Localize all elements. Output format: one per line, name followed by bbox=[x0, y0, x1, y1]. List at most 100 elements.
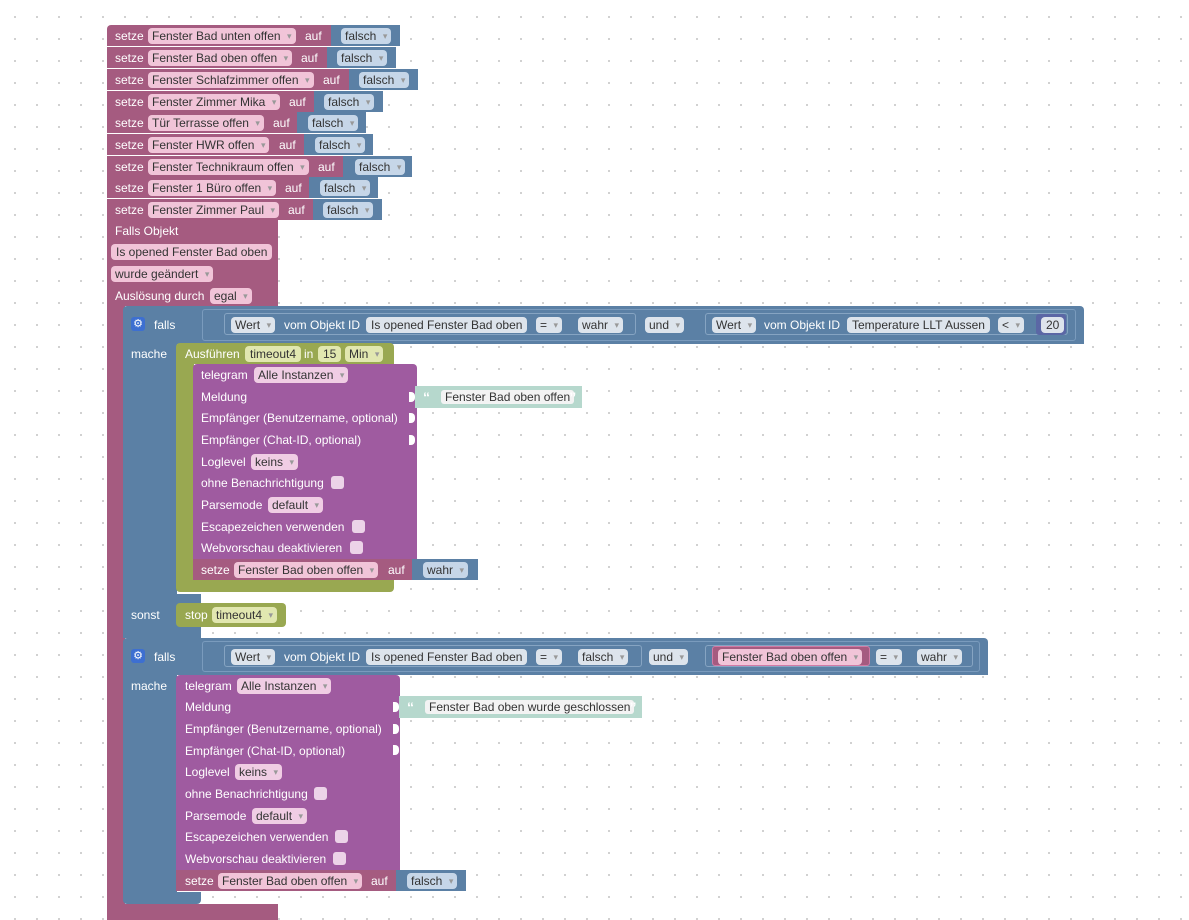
timeout-unit-dropdown[interactable]: Min bbox=[345, 346, 384, 362]
and-dropdown[interactable]: und bbox=[645, 317, 685, 333]
variable-dropdown[interactable]: Fenster 1 Büro offen bbox=[148, 180, 277, 196]
empfaenger-username-label: Empfänger (Benutzername, optional) bbox=[185, 722, 382, 736]
bool-dropdown[interactable]: falsch bbox=[407, 873, 458, 889]
instances-dropdown[interactable]: Alle Instanzen bbox=[237, 678, 332, 694]
escapezeichen-checkbox[interactable] bbox=[335, 830, 348, 843]
gear-icon[interactable]: ⚙ bbox=[131, 317, 145, 331]
timeout-name-field[interactable]: timeout4 bbox=[245, 346, 302, 362]
bool-dropdown[interactable]: falsch bbox=[341, 28, 392, 44]
parsemode-dropdown[interactable]: default bbox=[268, 497, 324, 513]
instances-dropdown[interactable]: Alle Instanzen bbox=[254, 367, 349, 383]
timeout-amount-field[interactable]: 15 bbox=[318, 346, 342, 362]
operator-dropdown[interactable]: < bbox=[998, 317, 1025, 333]
mache-label: mache bbox=[131, 679, 168, 693]
quote-open-icon: “ bbox=[423, 389, 430, 405]
parsemode-label: Parsemode bbox=[185, 809, 247, 823]
auf-label: auf bbox=[289, 95, 306, 109]
variable-dropdown[interactable]: Fenster Zimmer Mika bbox=[148, 94, 281, 110]
loglevel-label: Loglevel bbox=[201, 455, 246, 469]
value-dropdown[interactable]: wahr bbox=[917, 649, 963, 665]
bool-dropdown[interactable]: falsch bbox=[359, 72, 410, 88]
webvorschau-checkbox[interactable] bbox=[333, 852, 346, 865]
stop-timeout-dropdown[interactable]: timeout4 bbox=[212, 607, 278, 623]
ausloesung-label: Auslösung durch bbox=[115, 289, 205, 303]
auf-label: auf bbox=[285, 181, 302, 195]
setze-label: setze bbox=[115, 160, 144, 174]
variable-dropdown[interactable]: Fenster Bad oben offen bbox=[718, 649, 863, 665]
object-id-field[interactable]: Temperature LLT Aussen bbox=[847, 317, 990, 333]
auf-label: auf bbox=[273, 116, 290, 130]
escapezeichen-label: Escapezeichen verwenden bbox=[201, 520, 345, 534]
trigger-title: Falls Objekt bbox=[115, 224, 179, 238]
variable-dropdown[interactable]: Tür Terrasse offen bbox=[148, 115, 264, 131]
mache-label: mache bbox=[131, 347, 168, 361]
message-text[interactable]: Fenster Bad oben offen bbox=[441, 390, 575, 404]
bool-dropdown[interactable]: wahr bbox=[423, 562, 469, 578]
variable-dropdown[interactable]: Fenster Schlafzimmer offen bbox=[148, 72, 314, 88]
message-text-block[interactable]: “ Fenster Bad oben offen ” bbox=[415, 386, 583, 408]
bool-dropdown[interactable]: falsch bbox=[315, 137, 366, 153]
operator-dropdown[interactable]: = bbox=[876, 649, 903, 665]
telegram-label: telegram bbox=[185, 679, 232, 693]
input-notch bbox=[409, 413, 415, 423]
empfaenger-chatid-label: Empfänger (Chat-ID, optional) bbox=[185, 744, 346, 758]
wert-dropdown[interactable]: Wert bbox=[231, 649, 276, 665]
meldung-label: Meldung bbox=[201, 390, 248, 404]
setze-label: setze bbox=[115, 51, 144, 65]
number-field[interactable]: 20 bbox=[1041, 317, 1065, 333]
loglevel-label: Loglevel bbox=[185, 765, 230, 779]
variable-dropdown[interactable]: Fenster Bad unten offen bbox=[148, 28, 296, 44]
and-dropdown[interactable]: und bbox=[649, 649, 689, 665]
telegram-label: telegram bbox=[201, 368, 248, 382]
bool-dropdown[interactable]: falsch bbox=[320, 180, 371, 196]
escapezeichen-checkbox[interactable] bbox=[352, 520, 365, 533]
value-dropdown[interactable]: falsch bbox=[578, 649, 629, 665]
bool-dropdown[interactable]: falsch bbox=[324, 94, 375, 110]
loglevel-dropdown[interactable]: keins bbox=[251, 454, 299, 470]
variable-dropdown[interactable]: Fenster Bad oben offen bbox=[218, 873, 363, 889]
variable-dropdown[interactable]: Fenster HWR offen bbox=[148, 137, 270, 153]
vom-objekt-label: vom Objekt ID bbox=[284, 650, 361, 664]
vom-objekt-label: vom Objekt ID bbox=[764, 318, 841, 332]
variable-dropdown[interactable]: Fenster Bad oben offen bbox=[234, 562, 379, 578]
vom-objekt-label: vom Objekt ID bbox=[284, 318, 361, 332]
wert-dropdown[interactable]: Wert bbox=[712, 317, 757, 333]
trigger-object-field[interactable]: Is opened Fenster Bad oben bbox=[111, 244, 273, 260]
wert-dropdown[interactable]: Wert bbox=[231, 317, 276, 333]
auf-label: auf bbox=[371, 874, 388, 888]
falls-label: falls bbox=[154, 318, 176, 332]
bool-dropdown[interactable]: falsch bbox=[323, 202, 374, 218]
input-notch bbox=[393, 745, 399, 755]
parsemode-label: Parsemode bbox=[201, 498, 263, 512]
trigger-change-dropdown[interactable]: wurde geändert bbox=[111, 266, 214, 282]
timeout-block-body bbox=[176, 364, 194, 585]
loglevel-dropdown[interactable]: keins bbox=[235, 764, 283, 780]
bool-dropdown[interactable]: falsch bbox=[308, 115, 359, 131]
stop-label: stop bbox=[185, 608, 208, 622]
variable-dropdown[interactable]: Fenster Technikraum offen bbox=[148, 159, 309, 175]
operator-dropdown[interactable]: = bbox=[536, 649, 563, 665]
setze-label: setze bbox=[115, 73, 144, 87]
variable-dropdown[interactable]: Fenster Bad oben offen bbox=[148, 50, 293, 66]
quote-close-icon: ” bbox=[569, 389, 577, 405]
variable-dropdown[interactable]: Fenster Zimmer Paul bbox=[148, 202, 280, 218]
object-id-field[interactable]: Is opened Fenster Bad oben bbox=[366, 317, 528, 333]
if-block-footer bbox=[123, 892, 201, 904]
parsemode-dropdown[interactable]: default bbox=[252, 808, 308, 824]
bool-dropdown[interactable]: falsch bbox=[337, 50, 388, 66]
ohne-benachrichtigung-checkbox[interactable] bbox=[314, 787, 327, 800]
meldung-label: Meldung bbox=[185, 700, 232, 714]
gear-icon[interactable]: ⚙ bbox=[131, 649, 145, 663]
falls-label: falls bbox=[154, 650, 176, 664]
webvorschau-checkbox[interactable] bbox=[350, 541, 363, 554]
operator-dropdown[interactable]: = bbox=[536, 317, 563, 333]
message-text-block[interactable]: “ Fenster Bad oben wurde geschlossen ” bbox=[399, 696, 643, 718]
input-notch bbox=[393, 724, 399, 734]
bool-dropdown[interactable]: falsch bbox=[355, 159, 406, 175]
object-id-field[interactable]: Is opened Fenster Bad oben bbox=[366, 649, 528, 665]
ohne-benachrichtigung-checkbox[interactable] bbox=[331, 476, 344, 489]
value-dropdown[interactable]: wahr bbox=[578, 317, 624, 333]
ausfuehren-label: Ausführen bbox=[185, 347, 240, 361]
ausloesung-dropdown[interactable]: egal bbox=[210, 288, 252, 304]
message-text[interactable]: Fenster Bad oben wurde geschlossen bbox=[425, 700, 635, 714]
